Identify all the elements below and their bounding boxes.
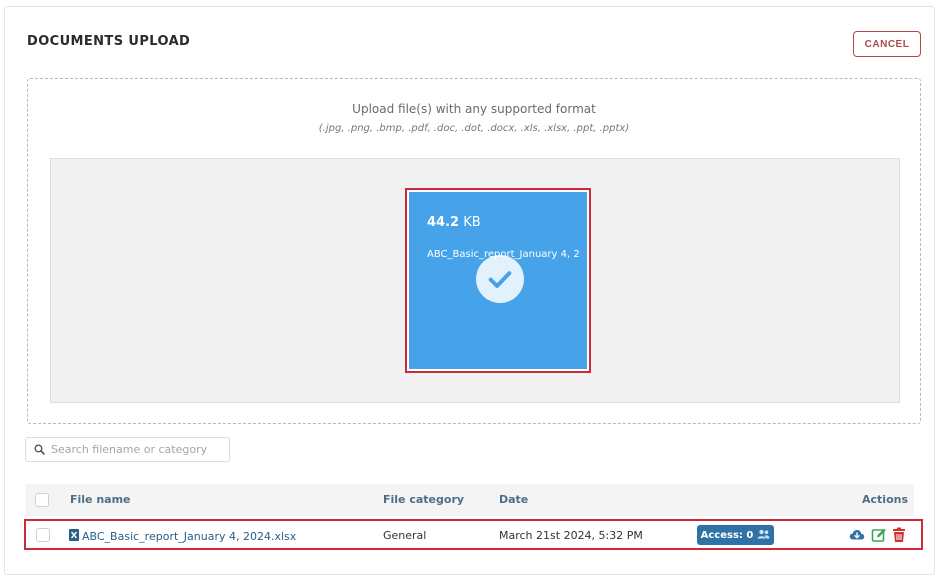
access-badge[interactable]: Access: 0 — [697, 525, 774, 545]
search-icon — [34, 440, 45, 459]
select-all-checkbox[interactable] — [35, 493, 49, 507]
row-checkbox[interactable] — [36, 528, 50, 542]
table-row: ABC_Basic_report_January 4, 2024.xlsx Ge… — [24, 519, 923, 550]
column-file-category[interactable]: File category — [383, 493, 464, 506]
upload-dropzone[interactable]: Upload file(s) with any supported format… — [27, 78, 921, 424]
users-icon — [757, 529, 770, 542]
search-box — [25, 437, 230, 462]
cancel-button[interactable]: CANCEL — [853, 31, 921, 57]
uploaded-file-tile[interactable]: 44.2 KB ABC_Basic_report_January 4, 2024… — [409, 192, 587, 369]
page-title: DOCUMENTS UPLOAD — [27, 34, 191, 49]
search-input[interactable] — [51, 443, 226, 456]
edit-icon[interactable] — [871, 527, 887, 543]
file-date: March 21st 2024, 5:32 PM — [499, 529, 643, 542]
supported-formats: (.jpg, .png, .bmp, .pdf, .doc, .dot, .do… — [318, 123, 630, 134]
excel-file-icon — [69, 529, 79, 544]
file-name-link[interactable]: ABC_Basic_report_January 4, 2024.xlsx — [69, 529, 296, 544]
file-size: 44.2 KB — [427, 215, 481, 230]
check-circle-icon — [476, 255, 524, 303]
column-date[interactable]: Date — [499, 493, 528, 506]
table-header: File name File category Date Actions — [25, 484, 914, 516]
file-tile-highlight: 44.2 KB ABC_Basic_report_January 4, 2024… — [405, 188, 591, 373]
upload-instruction: Upload file(s) with any supported format — [352, 102, 596, 116]
column-file-name[interactable]: File name — [70, 493, 131, 506]
file-category: General — [383, 529, 427, 542]
upload-preview-area: 44.2 KB ABC_Basic_report_January 4, 2024… — [50, 158, 900, 403]
download-icon[interactable] — [849, 527, 865, 543]
column-actions: Actions — [862, 493, 908, 506]
delete-icon[interactable] — [892, 527, 908, 543]
